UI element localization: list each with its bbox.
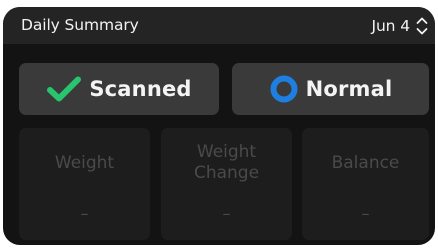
normal-label: Normal — [305, 77, 393, 101]
checkmark-icon — [46, 75, 82, 103]
metric-value: – — [80, 204, 89, 223]
scanned-label: Scanned — [89, 77, 192, 101]
metric-card-balance: Balance – — [302, 128, 429, 240]
widget-title: Daily Summary — [21, 16, 139, 34]
ring-icon — [269, 74, 299, 104]
daily-summary-widget: Daily Summary Jun 4 Scanned Normal Weigh… — [3, 7, 435, 245]
metric-label: Weight — [19, 128, 150, 198]
metric-value: – — [222, 204, 231, 223]
widget-header: Daily Summary Jun 4 — [3, 7, 435, 44]
metric-value: – — [361, 204, 370, 223]
metric-label-line: Weight — [54, 152, 115, 173]
metric-label-line: Balance — [331, 152, 400, 173]
metric-card-weight-change: Weight Change – — [161, 128, 292, 240]
metric-label: Balance — [302, 128, 429, 198]
date-label: Jun 4 — [371, 16, 410, 35]
normal-status-button[interactable]: Normal — [232, 63, 429, 115]
metric-label-line: Change — [193, 163, 260, 183]
date-picker[interactable]: Jun 4 — [371, 7, 429, 44]
chevron-up-down-icon — [415, 15, 429, 37]
metric-card-weight: Weight – — [19, 128, 150, 240]
scanned-status-button[interactable]: Scanned — [19, 63, 219, 115]
metric-label: Weight Change — [161, 128, 292, 198]
metric-label-line: Weight — [196, 142, 257, 162]
